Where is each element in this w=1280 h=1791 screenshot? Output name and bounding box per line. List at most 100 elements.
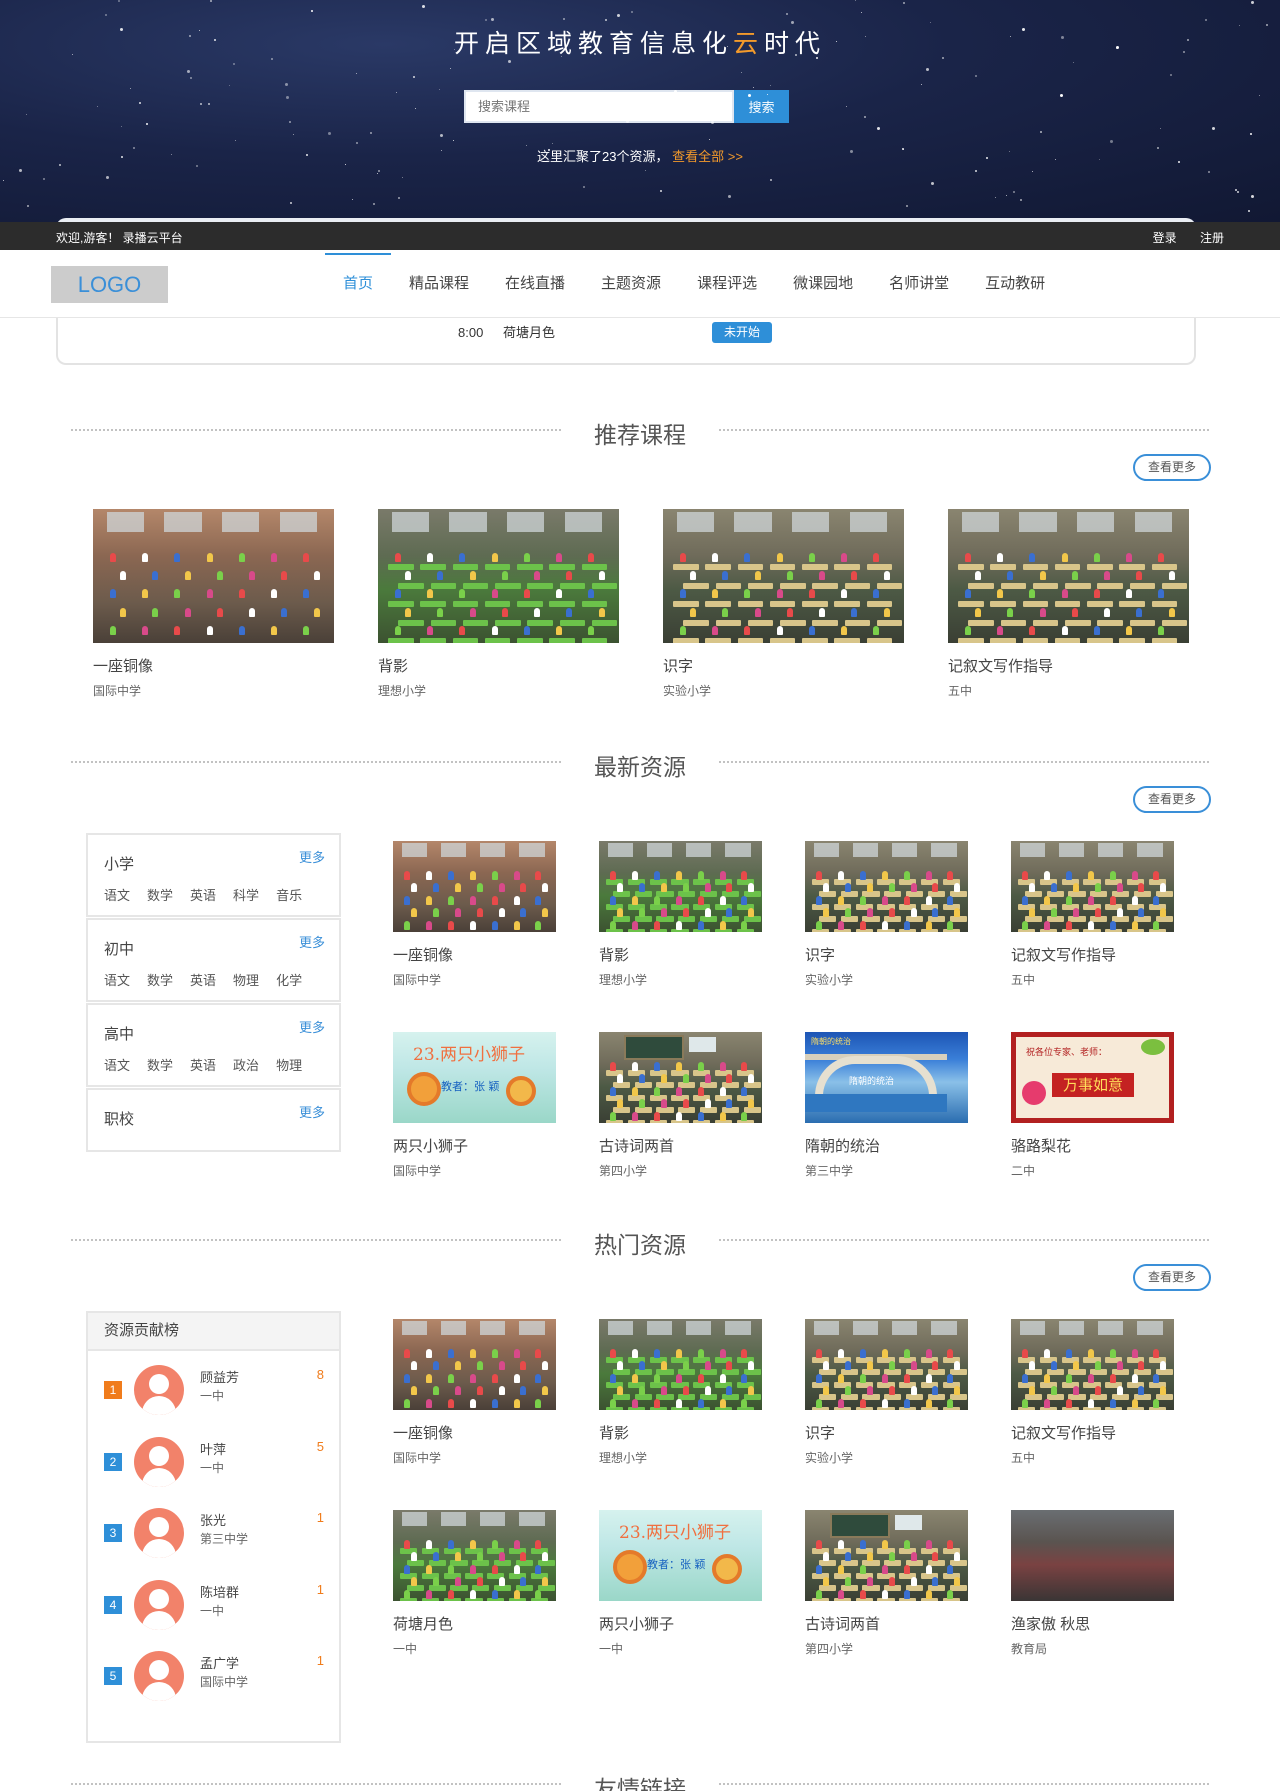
video-thumbnail[interactable] [1011, 841, 1174, 932]
ranking-item[interactable]: 5 孟广学 国际中学 1 [104, 1651, 324, 1703]
video-thumbnail[interactable] [599, 841, 762, 932]
resource-card[interactable]: 23.两只小狮子 教者：张 颖两只小狮子 一中 [599, 1510, 762, 1657]
view-more-button[interactable]: 查看更多 [1133, 1264, 1211, 1291]
resource-card[interactable]: 荷塘月色 一中 [393, 1510, 556, 1657]
video-thumbnail[interactable]: 23.两只小狮子 教者：张 颖 [599, 1510, 762, 1601]
resource-card[interactable]: 识字 实验小学 [805, 1319, 968, 1466]
resource-card[interactable]: 识字 实验小学 [805, 841, 968, 988]
view-more-button[interactable]: 查看更多 [1133, 786, 1211, 813]
video-thumbnail[interactable] [1011, 1510, 1174, 1601]
subject-link[interactable]: 语文 [104, 888, 130, 903]
resource-title[interactable]: 识字 [805, 944, 968, 965]
video-thumbnail[interactable] [93, 509, 334, 643]
video-thumbnail[interactable]: 祝各位专家、老师： 万事如意 [1011, 1032, 1174, 1123]
resource-card[interactable]: 祝各位专家、老师： 万事如意 骆路梨花 二中 [1011, 1032, 1174, 1179]
video-thumbnail[interactable] [393, 1510, 556, 1601]
video-thumbnail[interactable]: 23.两只小狮子 教者：张 颖 [393, 1032, 556, 1123]
resource-card[interactable]: 记叙文写作指导 五中 [1011, 841, 1174, 988]
video-thumbnail[interactable] [599, 1032, 762, 1123]
resource-title[interactable]: 一座铜像 [393, 944, 556, 965]
resource-card[interactable]: 背影 理想小学 [378, 509, 619, 699]
resource-title[interactable]: 荷塘月色 [393, 1613, 556, 1634]
nav-item-3[interactable]: 主题资源 [583, 250, 679, 318]
search-input[interactable] [464, 90, 734, 123]
subject-link[interactable]: 科学 [233, 888, 259, 903]
nav-item-5[interactable]: 微课园地 [775, 250, 871, 318]
category-more-link[interactable]: 更多 [299, 847, 325, 866]
resource-card[interactable]: 一座铜像 国际中学 [393, 841, 556, 988]
resource-title[interactable]: 记叙文写作指导 [948, 655, 1189, 676]
resource-card[interactable]: 古诗词两首 第四小学 [599, 1032, 762, 1179]
resource-title[interactable]: 背影 [599, 1422, 762, 1443]
resource-title[interactable]: 古诗词两首 [805, 1613, 968, 1634]
subject-link[interactable]: 语文 [104, 973, 130, 988]
video-thumbnail[interactable] [393, 1319, 556, 1410]
ranking-item[interactable]: 4 陈培群 一中 1 [104, 1579, 324, 1632]
nav-item-6[interactable]: 名师讲堂 [871, 250, 967, 318]
resource-card[interactable]: 古诗词两首 第四小学 [805, 1510, 968, 1657]
subject-link[interactable]: 化学 [276, 973, 302, 988]
resource-card[interactable]: 一座铜像 国际中学 [393, 1319, 556, 1466]
category-more-link[interactable]: 更多 [299, 1102, 325, 1121]
video-thumbnail[interactable] [599, 1319, 762, 1410]
resource-card[interactable]: 背影 理想小学 [599, 841, 762, 988]
category-name[interactable]: 职校 [104, 1108, 134, 1129]
login-link[interactable]: 登录 [1153, 231, 1177, 245]
view-all-link[interactable]: 查看全部 >> [672, 149, 743, 164]
video-thumbnail[interactable] [393, 841, 556, 932]
subject-link[interactable]: 数学 [147, 1058, 173, 1073]
resource-card[interactable]: 背影 理想小学 [599, 1319, 762, 1466]
schedule-row[interactable]: 8:00 荷塘月色 [458, 322, 555, 341]
resource-card[interactable]: 一座铜像 国际中学 [93, 509, 334, 699]
resource-title[interactable]: 记叙文写作指导 [1011, 1422, 1174, 1443]
logo[interactable]: LOGO [51, 266, 168, 303]
resource-title[interactable]: 背影 [599, 944, 762, 965]
category-more-link[interactable]: 更多 [299, 1017, 325, 1036]
video-thumbnail[interactable] [948, 509, 1189, 643]
resource-title[interactable]: 两只小狮子 [393, 1135, 556, 1156]
subject-link[interactable]: 英语 [190, 973, 216, 988]
register-link[interactable]: 注册 [1200, 231, 1224, 245]
category-more-link[interactable]: 更多 [299, 932, 325, 951]
subject-link[interactable]: 数学 [147, 973, 173, 988]
resource-title[interactable]: 记叙文写作指导 [1011, 944, 1174, 965]
subject-link[interactable]: 语文 [104, 1058, 130, 1073]
ranking-item[interactable]: 1 顾益芳 一中 8 [104, 1365, 324, 1417]
resource-title[interactable]: 识字 [805, 1422, 968, 1443]
resource-card[interactable]: 记叙文写作指导 五中 [1011, 1319, 1174, 1466]
resource-title[interactable]: 一座铜像 [393, 1422, 556, 1443]
resource-title[interactable]: 渔家傲 秋思 [1011, 1613, 1174, 1634]
subject-link[interactable]: 英语 [190, 1058, 216, 1073]
subject-link[interactable]: 物理 [233, 973, 259, 988]
resource-card[interactable]: 23.两只小狮子 教者：张 颖两只小狮子 国际中学 [393, 1032, 556, 1179]
resource-title[interactable]: 识字 [663, 655, 904, 676]
nav-item-7[interactable]: 互动教研 [967, 250, 1063, 318]
video-thumbnail[interactable] [805, 1319, 968, 1410]
subject-link[interactable]: 英语 [190, 888, 216, 903]
video-thumbnail[interactable] [663, 509, 904, 643]
video-thumbnail[interactable] [805, 841, 968, 932]
ranking-item[interactable]: 3 张光 第三中学 1 [104, 1508, 324, 1560]
subject-link[interactable]: 数学 [147, 888, 173, 903]
resource-title[interactable]: 两只小狮子 [599, 1613, 762, 1634]
category-name[interactable]: 初中 [104, 938, 134, 959]
video-thumbnail[interactable]: 隋朝的统治 隋朝的统治 [805, 1032, 968, 1123]
resource-card[interactable]: 渔家傲 秋思 教育局 [1011, 1510, 1174, 1657]
resource-card[interactable]: 识字 实验小学 [663, 509, 904, 699]
nav-item-0[interactable]: 首页 [325, 250, 392, 318]
resource-title[interactable]: 骆路梨花 [1011, 1135, 1174, 1156]
view-more-button[interactable]: 查看更多 [1133, 454, 1211, 481]
category-name[interactable]: 小学 [104, 853, 134, 874]
resource-title[interactable]: 古诗词两首 [599, 1135, 762, 1156]
subject-link[interactable]: 物理 [276, 1058, 302, 1073]
subject-link[interactable]: 政治 [233, 1058, 259, 1073]
nav-item-2[interactable]: 在线直播 [487, 250, 583, 318]
resource-card[interactable]: 记叙文写作指导 五中 [948, 509, 1189, 699]
resource-title[interactable]: 隋朝的统治 [805, 1135, 968, 1156]
category-name[interactable]: 高中 [104, 1023, 134, 1044]
subject-link[interactable]: 音乐 [276, 888, 302, 903]
search-button[interactable]: 搜索 [734, 90, 789, 123]
nav-item-4[interactable]: 课程评选 [679, 250, 775, 318]
video-thumbnail[interactable] [378, 509, 619, 643]
video-thumbnail[interactable] [1011, 1319, 1174, 1410]
